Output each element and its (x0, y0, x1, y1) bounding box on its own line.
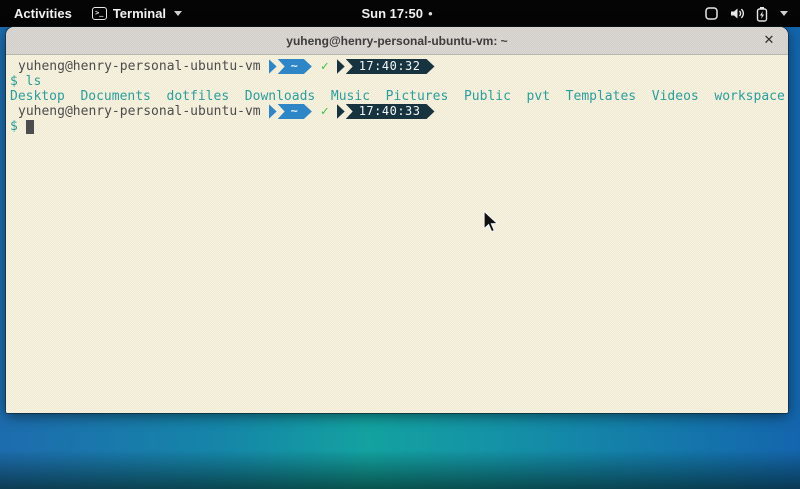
directory-name: Desktop (10, 89, 65, 104)
chevron-down-icon (174, 11, 182, 16)
app-menu-terminal[interactable]: >_ Terminal (92, 6, 182, 21)
typed-command: ls (26, 74, 42, 89)
powerline-separator-icon (337, 59, 345, 74)
app-menu-label: Terminal (113, 6, 166, 21)
clock-label: Sun 17:50 (362, 6, 423, 21)
prompt-symbol: $ (10, 119, 18, 134)
powerline-separator-icon (269, 59, 277, 74)
directory-name: dotfiles (167, 89, 230, 104)
directory-name: Music (331, 89, 370, 104)
ls-output: Desktop Documents dotfiles Downloads Music Pi… (10, 89, 784, 104)
input-line: $ (10, 119, 784, 134)
prompt-time-segment: 17:40:33 (346, 104, 435, 119)
directory-name: Templates (566, 89, 636, 104)
directory-name: pvt (527, 89, 550, 104)
window-titlebar[interactable]: yuheng@henry-personal-ubuntu-vm: ~ ✕ (6, 27, 788, 55)
directory-name: Documents (80, 89, 150, 104)
close-button[interactable]: ✕ (760, 32, 778, 50)
top-bar: Activities >_ Terminal Sun 17:50 ● (0, 0, 800, 27)
directory-name: Pictures (386, 89, 449, 104)
activities-button[interactable]: Activities (10, 4, 76, 23)
directory-name: workspace (714, 89, 784, 104)
powerline-separator-icon (269, 104, 277, 119)
exit-status-check-icon: ✓ (321, 104, 329, 119)
directory-name: Videos (652, 89, 699, 104)
prompt-cwd-segment: ~ (278, 104, 312, 119)
battery-charging-icon (756, 6, 768, 22)
directory-name: Public (464, 89, 511, 104)
screen-icon (704, 6, 719, 21)
chevron-down-icon (780, 11, 788, 16)
clock-button[interactable]: Sun 17:50 ● (362, 0, 433, 27)
window-title: yuheng@henry-personal-ubuntu-vm: ~ (286, 34, 507, 48)
prompt-user: yuheng@henry-personal-ubuntu-vm (18, 59, 261, 74)
terminal-app-icon: >_ (92, 7, 107, 20)
command-line: $ ls (10, 74, 784, 89)
powerline-separator-icon (337, 104, 345, 119)
terminal-window: yuheng@henry-personal-ubuntu-vm: ~ ✕ yuh… (6, 27, 788, 413)
prompt-time-segment: 17:40:32 (346, 59, 435, 74)
notification-dot-icon: ● (428, 10, 433, 18)
directory-name: Downloads (245, 89, 315, 104)
volume-icon (729, 6, 746, 21)
exit-status-check-icon: ✓ (321, 59, 329, 74)
prompt-cwd-segment: ~ (278, 59, 312, 74)
prompt-user: yuheng@henry-personal-ubuntu-vm (18, 104, 261, 119)
terminal-screen[interactable]: yuheng@henry-personal-ubuntu-vm ~ ✓ 17:4… (6, 55, 788, 413)
prompt-symbol: $ (10, 74, 18, 89)
prompt-line-2: yuheng@henry-personal-ubuntu-vm ~ ✓ 17:4… (10, 104, 784, 119)
system-status-menu[interactable] (704, 0, 792, 27)
terminal-cursor (26, 120, 34, 134)
prompt-line-1: yuheng@henry-personal-ubuntu-vm ~ ✓ 17:4… (10, 59, 784, 74)
